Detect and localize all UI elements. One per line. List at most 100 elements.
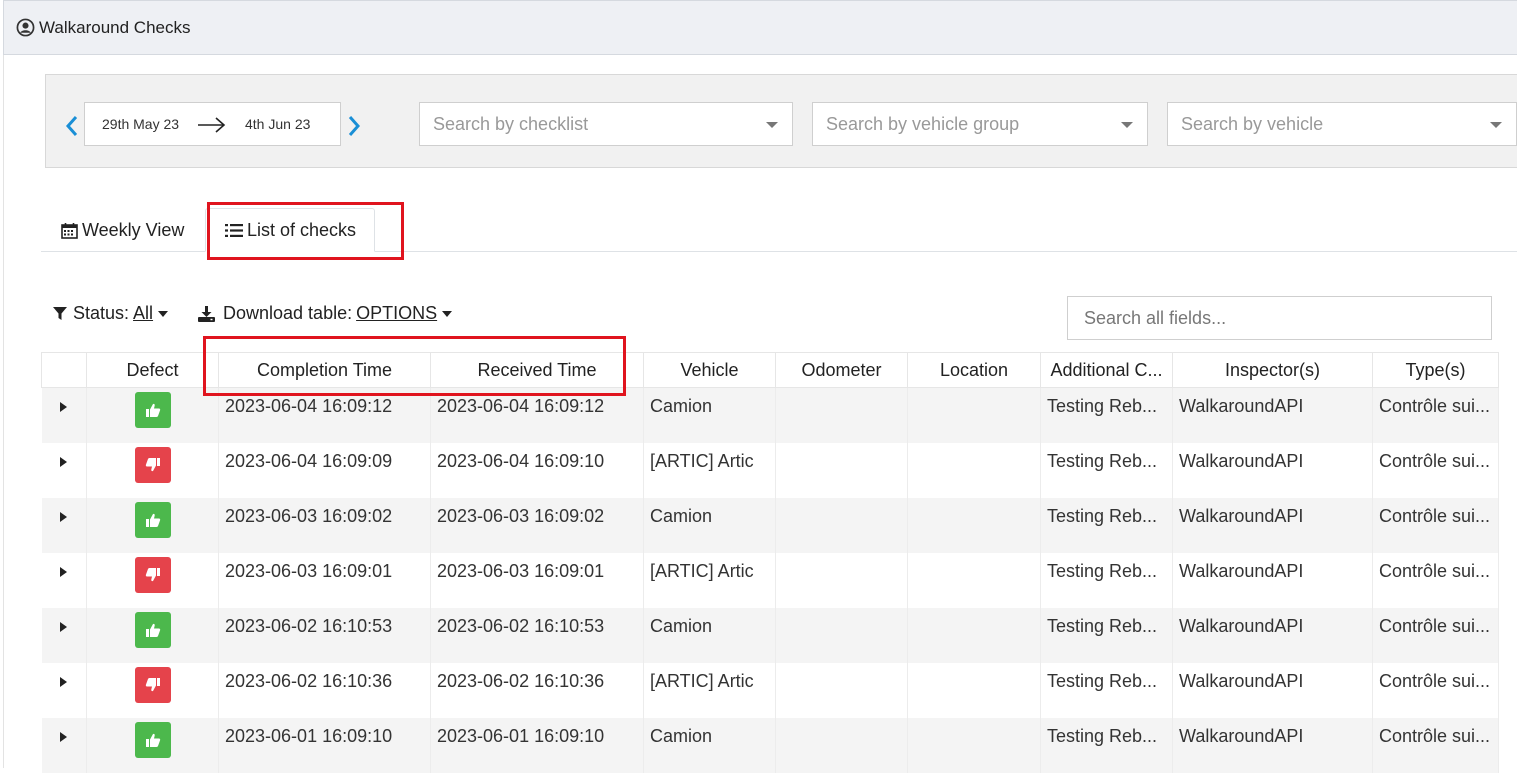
completion-time-cell: 2023-06-03 16:09:02 [218,497,431,553]
caret-right-icon[interactable] [60,676,68,687]
caret-right-icon[interactable] [60,456,68,467]
thumbs-down-icon[interactable] [134,666,171,703]
column-header-location[interactable]: Location [907,352,1041,388]
column-header-odometer[interactable]: Odometer [775,352,908,388]
column-header-types[interactable]: Type(s) [1372,352,1499,388]
table-row[interactable]: 2023-06-04 16:09:09 2023-06-04 16:09:10 [A… [41,442,1499,498]
caret-right-icon[interactable] [60,511,68,522]
odometer-cell [775,717,908,773]
received-time-cell: 2023-06-04 16:09:10 [430,442,644,498]
row-expand-toggle[interactable] [41,662,87,718]
caret-down-icon [1121,122,1133,128]
type-cell: Contrôle sui... [1372,387,1499,443]
location-cell [907,662,1041,718]
search-all-fields-input[interactable]: Search all fields... [1067,296,1492,340]
date-range-picker[interactable]: 29th May 23 4th Jun 23 [84,102,341,146]
received-time-cell: 2023-06-01 16:09:10 [430,717,644,773]
column-header-inspectors[interactable]: Inspector(s) [1172,352,1373,388]
received-time-cell: 2023-06-02 16:10:53 [430,607,644,663]
download-options: OPTIONS [356,303,438,323]
vehicle-cell: [ARTIC] Artic [643,662,776,718]
location-cell [907,607,1041,663]
additional-cell: Testing Reb... [1040,552,1173,608]
status-label: Status: [73,303,130,323]
type-cell: Contrôle sui... [1372,662,1499,718]
download-table-dropdown[interactable]: Download table: OPTIONS [198,303,453,324]
vehicle-cell: [ARTIC] Artic [643,442,776,498]
defect-cell [86,607,219,663]
status-filter-dropdown[interactable]: Status: All [53,303,169,324]
inspector-cell: WalkaroundAPI [1172,607,1373,663]
thumbs-down-icon[interactable] [134,446,171,483]
row-expand-toggle[interactable] [41,607,87,663]
page-title: Walkaround Checks [39,17,191,37]
caret-right-icon[interactable] [60,731,68,742]
odometer-cell [775,442,908,498]
table-body: 2023-06-04 16:09:12 2023-06-04 16:09:12 Ca… [41,387,1499,773]
completion-time-cell: 2023-06-04 16:09:09 [218,442,431,498]
location-cell [907,442,1041,498]
row-expand-toggle[interactable] [41,497,87,553]
page-header: Walkaround Checks [3,0,1517,55]
chevron-right-icon[interactable] [346,115,362,137]
type-cell: Contrôle sui... [1372,607,1499,663]
calendar-icon [61,222,78,239]
thumbs-up-icon[interactable] [134,392,171,428]
column-header-vehicle[interactable]: Vehicle [643,352,776,388]
column-header-defect[interactable]: Defect [86,352,219,388]
user-circle-icon [16,18,35,37]
tab-weekly-view-label: Weekly View [82,219,185,240]
table-row[interactable]: 2023-06-03 16:09:01 2023-06-03 16:09:01 [A… [41,552,1499,608]
row-expand-toggle[interactable] [41,387,87,443]
vehicle-group-select[interactable]: Search by vehicle group [812,102,1148,146]
odometer-cell [775,552,908,608]
vehicle-cell: Camion [643,497,776,553]
table-row[interactable]: 2023-06-02 16:10:36 2023-06-02 16:10:36 [A… [41,662,1499,718]
odometer-cell [775,387,908,443]
inspector-cell: WalkaroundAPI [1172,552,1373,608]
defect-cell [86,497,219,553]
received-time-cell: 2023-06-03 16:09:02 [430,497,644,553]
caret-right-icon[interactable] [60,402,68,412]
vehicle-select-placeholder: Search by vehicle [1181,114,1324,134]
download-icon [198,305,215,322]
defect-cell [86,387,219,443]
vehicle-select[interactable]: Search by vehicle [1167,102,1517,146]
thumbs-up-icon[interactable] [134,501,171,538]
thumbs-up-icon[interactable] [134,611,171,648]
inspector-cell: WalkaroundAPI [1172,497,1373,553]
type-cell: Contrôle sui... [1372,552,1499,608]
table-row[interactable]: 2023-06-03 16:09:02 2023-06-03 16:09:02 Ca… [41,497,1499,553]
checklist-select[interactable]: Search by checklist [419,102,793,146]
chevron-left-icon[interactable] [64,115,80,137]
table-row[interactable]: 2023-06-01 16:09:10 2023-06-01 16:09:10 Ca… [41,717,1499,773]
caret-down-icon [442,310,453,317]
defect-cell [86,552,219,608]
highlight-box-tab [207,202,404,260]
type-cell: Contrôle sui... [1372,497,1499,553]
arrow-right-icon [198,117,226,133]
odometer-cell [775,497,908,553]
table-row[interactable]: 2023-06-02 16:10:53 2023-06-02 16:10:53 Ca… [41,607,1499,663]
caret-right-icon[interactable] [60,621,68,632]
column-header-additional[interactable]: Additional C... [1040,352,1173,388]
tab-weekly-view[interactable]: Weekly View [41,208,205,252]
location-cell [907,497,1041,553]
thumbs-up-icon[interactable] [134,721,171,758]
caret-down-icon [766,122,778,128]
row-expand-toggle[interactable] [41,552,87,608]
checklist-select-placeholder: Search by checklist [433,114,589,134]
odometer-cell [775,607,908,663]
thumbs-down-icon[interactable] [134,556,171,593]
row-expand-toggle[interactable] [41,717,87,773]
location-cell [907,387,1041,443]
column-header-expand [41,352,87,388]
caret-right-icon[interactable] [60,566,68,577]
checks-table: Defect Completion Time Received Time Veh… [41,352,1499,773]
highlight-box-columns [203,336,626,396]
row-expand-toggle[interactable] [41,442,87,498]
status-value: All [133,303,154,323]
defect-cell [86,717,219,773]
inspector-cell: WalkaroundAPI [1172,717,1373,773]
inspector-cell: WalkaroundAPI [1172,662,1373,718]
